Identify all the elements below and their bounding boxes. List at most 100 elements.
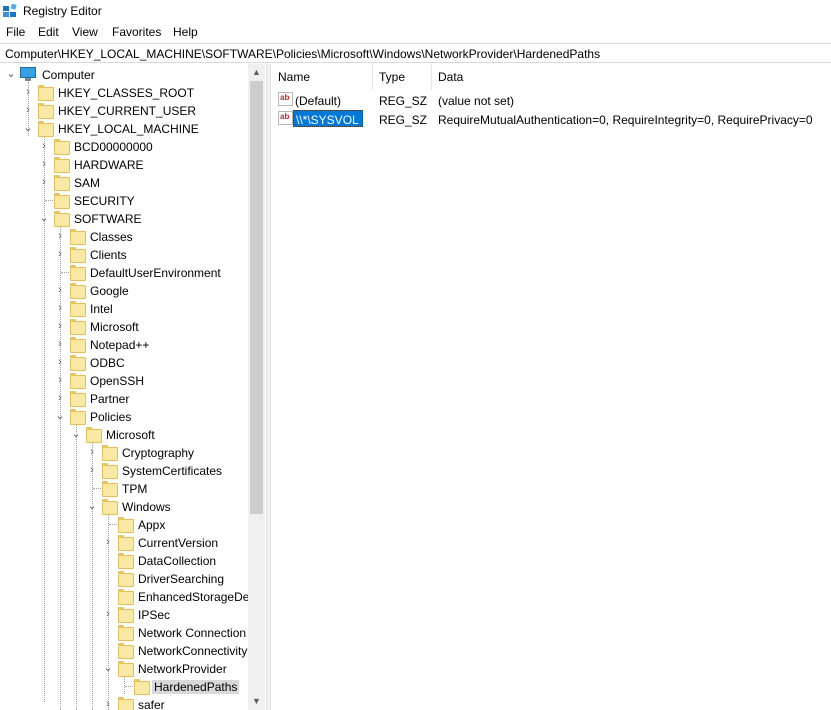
tree-item-label: Computer <box>42 68 95 82</box>
computer-icon <box>20 67 36 81</box>
tree-item-hardened-paths[interactable]: HardenedPaths <box>0 678 248 696</box>
chevron-right-icon[interactable]: › <box>86 445 98 459</box>
values-list[interactable]: Name Type Data ab (Default) REG_SZ (valu… <box>272 64 831 710</box>
tree-item-hkey-classes-root[interactable]: › HKEY_CLASSES_ROOT <box>0 84 248 102</box>
chevron-right-icon[interactable]: › <box>54 391 66 405</box>
tree-item-software[interactable]: ⌄ SOFTWARE <box>0 210 248 228</box>
tree-item-odbc[interactable]: › ODBC <box>0 354 248 372</box>
chevron-right-icon[interactable]: › <box>54 283 66 297</box>
tree-item-openssh[interactable]: › OpenSSH <box>0 372 248 390</box>
tree-item-classes[interactable]: › Classes <box>0 228 248 246</box>
tree-item-enhanced-storage[interactable]: EnhancedStorageDev <box>0 588 255 606</box>
menu-help[interactable]: Help <box>173 25 198 39</box>
chevron-right-icon[interactable]: › <box>102 535 114 549</box>
tree-item-system-certificates[interactable]: › SystemCertificates <box>0 462 248 480</box>
list-row[interactable]: ab \\*\SYSVOL REG_SZ RequireMutualAuthen… <box>272 110 831 128</box>
tree-item-network-provider[interactable]: ⌄ NetworkProvider <box>0 660 248 678</box>
column-header-type[interactable]: Type <box>373 64 432 90</box>
chevron-down-icon[interactable]: ⌄ <box>86 499 98 513</box>
chevron-right-icon[interactable]: › <box>102 607 114 621</box>
folder-icon <box>117 553 134 569</box>
chevron-right-icon[interactable]: › <box>38 175 50 189</box>
menu-edit[interactable]: Edit <box>38 25 59 39</box>
string-value-icon: ab <box>278 111 293 125</box>
value-name: \\*\SYSVOL <box>293 110 363 127</box>
tree-item-label: OpenSSH <box>90 374 145 388</box>
chevron-right-icon[interactable]: › <box>102 697 114 710</box>
tree-item-intel[interactable]: › Intel <box>0 300 248 318</box>
tree-item-google[interactable]: › Google <box>0 282 248 300</box>
tree-item-windows[interactable]: ⌄ Windows <box>0 498 248 516</box>
menu-favorites[interactable]: Favorites <box>112 25 161 39</box>
scroll-down-icon[interactable]: ▼ <box>248 693 265 710</box>
folder-icon <box>69 391 86 407</box>
tree-scrollbar[interactable]: ▲ ▼ <box>248 64 265 710</box>
chevron-down-icon[interactable]: ⌄ <box>54 409 66 423</box>
chevron-right-icon[interactable]: › <box>54 319 66 333</box>
chevron-right-icon[interactable]: › <box>54 355 66 369</box>
tree-item-data-collection[interactable]: DataCollection <box>0 552 248 570</box>
tree-item-appx[interactable]: Appx <box>0 516 248 534</box>
chevron-right-icon[interactable]: › <box>22 103 34 117</box>
tree-item-ipsec[interactable]: › IPSec <box>0 606 248 624</box>
chevron-right-icon[interactable]: › <box>54 229 66 243</box>
folder-icon <box>117 643 134 659</box>
chevron-right-icon[interactable]: › <box>54 301 66 315</box>
tree-item-policies-microsoft[interactable]: ⌄ Microsoft <box>0 426 248 444</box>
folder-icon <box>69 355 86 371</box>
tree-item-safer[interactable]: › safer <box>0 696 248 710</box>
key-tree[interactable]: ⌄ Computer › HKEY_CLASSES_ROOT › HKEY_CU… <box>0 64 266 710</box>
chevron-down-icon[interactable]: ⌄ <box>5 67 17 81</box>
tree-item-driver-searching[interactable]: DriverSearching <box>0 570 248 588</box>
chevron-right-icon[interactable]: › <box>54 337 66 351</box>
menu-view[interactable]: View <box>72 25 98 39</box>
value-name: (Default) <box>295 94 342 108</box>
chevron-right-icon[interactable]: › <box>86 463 98 477</box>
tree-item-security[interactable]: SECURITY <box>0 192 248 210</box>
folder-icon <box>117 697 134 710</box>
tree-item-label: DefaultUserEnvironment <box>90 266 221 280</box>
tree-item-network-connectivity[interactable]: NetworkConnectivity <box>0 642 248 660</box>
tree-item-microsoft[interactable]: › Microsoft <box>0 318 248 336</box>
scroll-up-icon[interactable]: ▲ <box>248 64 265 81</box>
chevron-right-icon[interactable]: › <box>38 157 50 171</box>
tree-item-cryptography[interactable]: › Cryptography <box>0 444 248 462</box>
tree-item-computer[interactable]: ⌄ Computer <box>0 66 248 84</box>
chevron-down-icon[interactable]: ⌄ <box>70 427 82 441</box>
tree-item-label: Cryptography <box>122 446 195 460</box>
tree-item-clients[interactable]: › Clients <box>0 246 248 264</box>
column-header-data[interactable]: Data <box>432 64 831 90</box>
tree-item-hardware[interactable]: › HARDWARE <box>0 156 248 174</box>
tree-item-label: ODBC <box>90 356 125 370</box>
column-header-name[interactable]: Name <box>272 64 373 90</box>
address-bar[interactable]: Computer\HKEY_LOCAL_MACHINE\SOFTWARE\Pol… <box>0 43 831 63</box>
tree-item-hkey-current-user[interactable]: › HKEY_CURRENT_USER <box>0 102 248 120</box>
chevron-down-icon[interactable]: ⌄ <box>38 211 50 225</box>
tree-item-partner[interactable]: › Partner <box>0 390 248 408</box>
tree-item-current-version[interactable]: › CurrentVersion <box>0 534 248 552</box>
pane-splitter[interactable] <box>266 64 271 710</box>
list-row[interactable]: ab (Default) REG_SZ (value not set) <box>272 91 831 109</box>
tree-item-network-connections[interactable]: Network Connection <box>0 624 248 642</box>
tree-item-label: TPM <box>122 482 148 496</box>
tree-item-sam[interactable]: › SAM <box>0 174 248 192</box>
tree-item-hkey-local-machine[interactable]: ⌄ HKEY_LOCAL_MACHINE <box>0 120 248 138</box>
chevron-right-icon[interactable]: › <box>22 85 34 99</box>
scroll-thumb[interactable] <box>250 81 263 514</box>
tree-item-label: HARDWARE <box>74 158 144 172</box>
value-type: REG_SZ <box>379 113 428 127</box>
address-path[interactable]: Computer\HKEY_LOCAL_MACHINE\SOFTWARE\Pol… <box>5 47 600 61</box>
chevron-right-icon[interactable]: › <box>54 373 66 387</box>
chevron-right-icon[interactable]: › <box>38 139 50 153</box>
window-title: Registry Editor <box>23 4 102 18</box>
tree-item-default-user-environment[interactable]: DefaultUserEnvironment <box>0 264 248 282</box>
chevron-down-icon[interactable]: ⌄ <box>22 121 34 135</box>
tree-item-tpm[interactable]: TPM <box>0 480 248 498</box>
chevron-down-icon[interactable]: ⌄ <box>102 661 114 675</box>
chevron-right-icon[interactable]: › <box>54 247 66 261</box>
menu-file[interactable]: File <box>6 25 25 39</box>
tree-item-bcd[interactable]: › BCD00000000 <box>0 138 248 156</box>
tree-item-notepad[interactable]: › Notepad++ <box>0 336 248 354</box>
tree-item-policies[interactable]: ⌄ Policies <box>0 408 248 426</box>
tree-item-label: HardenedPaths <box>152 680 240 694</box>
